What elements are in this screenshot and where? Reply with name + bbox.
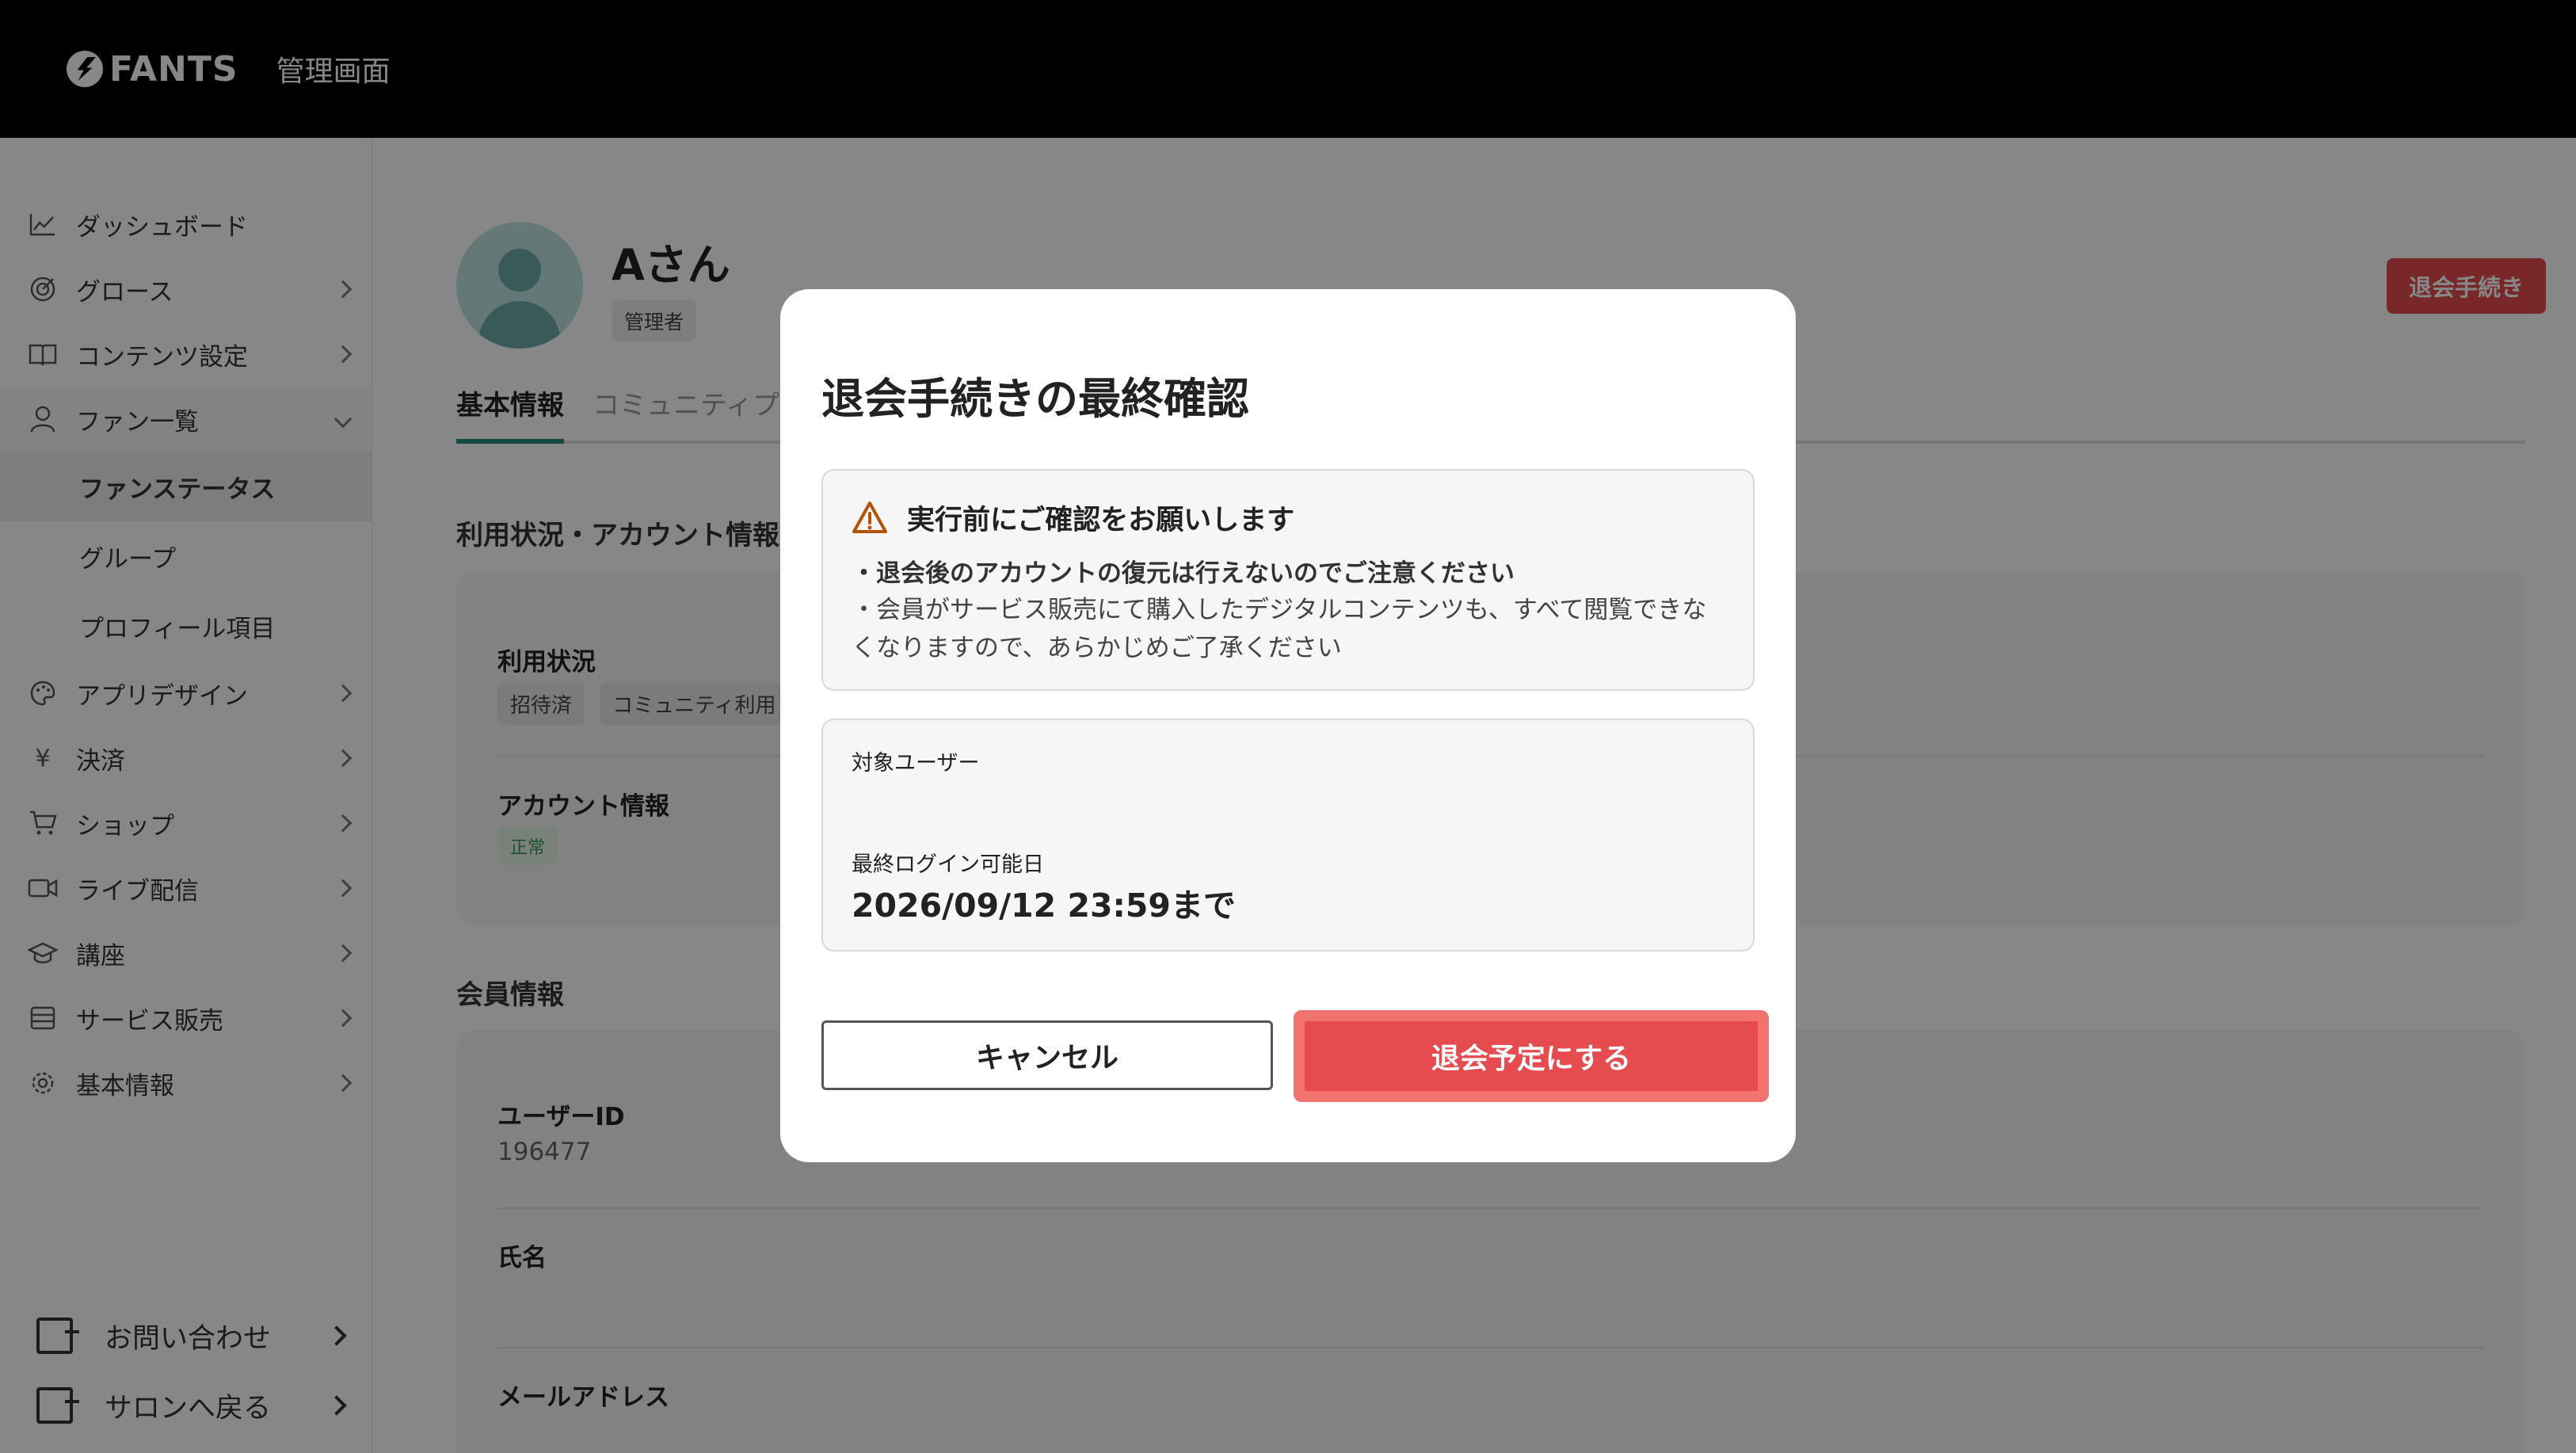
schedule-withdrawal-button[interactable]: 退会予定にする: [1294, 1010, 1769, 1102]
last-login-value: 2026/09/12 23:59まで: [852, 887, 1236, 925]
target-user-box: 対象ユーザー 最終ログイン可能日 2026/09/12 23:59まで: [821, 719, 1755, 952]
withdraw-confirm-dialog: 退会手続きの最終確認 実行前にご確認をお願いします ・退会後のアカウントの復元は…: [780, 289, 1796, 1162]
cancel-button[interactable]: キャンセル: [821, 1020, 1273, 1090]
dialog-title: 退会手続きの最終確認: [821, 374, 1249, 424]
last-login-label: 最終ログイン可能日: [852, 852, 1044, 877]
warning-box: 実行前にご確認をお願いします ・退会後のアカウントの復元は行えないのでご注意くだ…: [821, 469, 1755, 691]
warning-line-restore: ・退会後のアカウントの復元は行えないのでご注意ください: [852, 559, 1515, 588]
warning-icon: [852, 501, 887, 533]
warning-line-content: ・会員がサービス販売にて購入したデジタルコンテンツも、すべて閲覧できなくなります…: [852, 596, 1707, 662]
warning-title: 実行前にご確認をお願いします: [907, 505, 1295, 536]
warning-heading: 実行前にご確認をお願いします: [852, 498, 1294, 538]
target-user-label: 対象ユーザー: [852, 751, 980, 776]
